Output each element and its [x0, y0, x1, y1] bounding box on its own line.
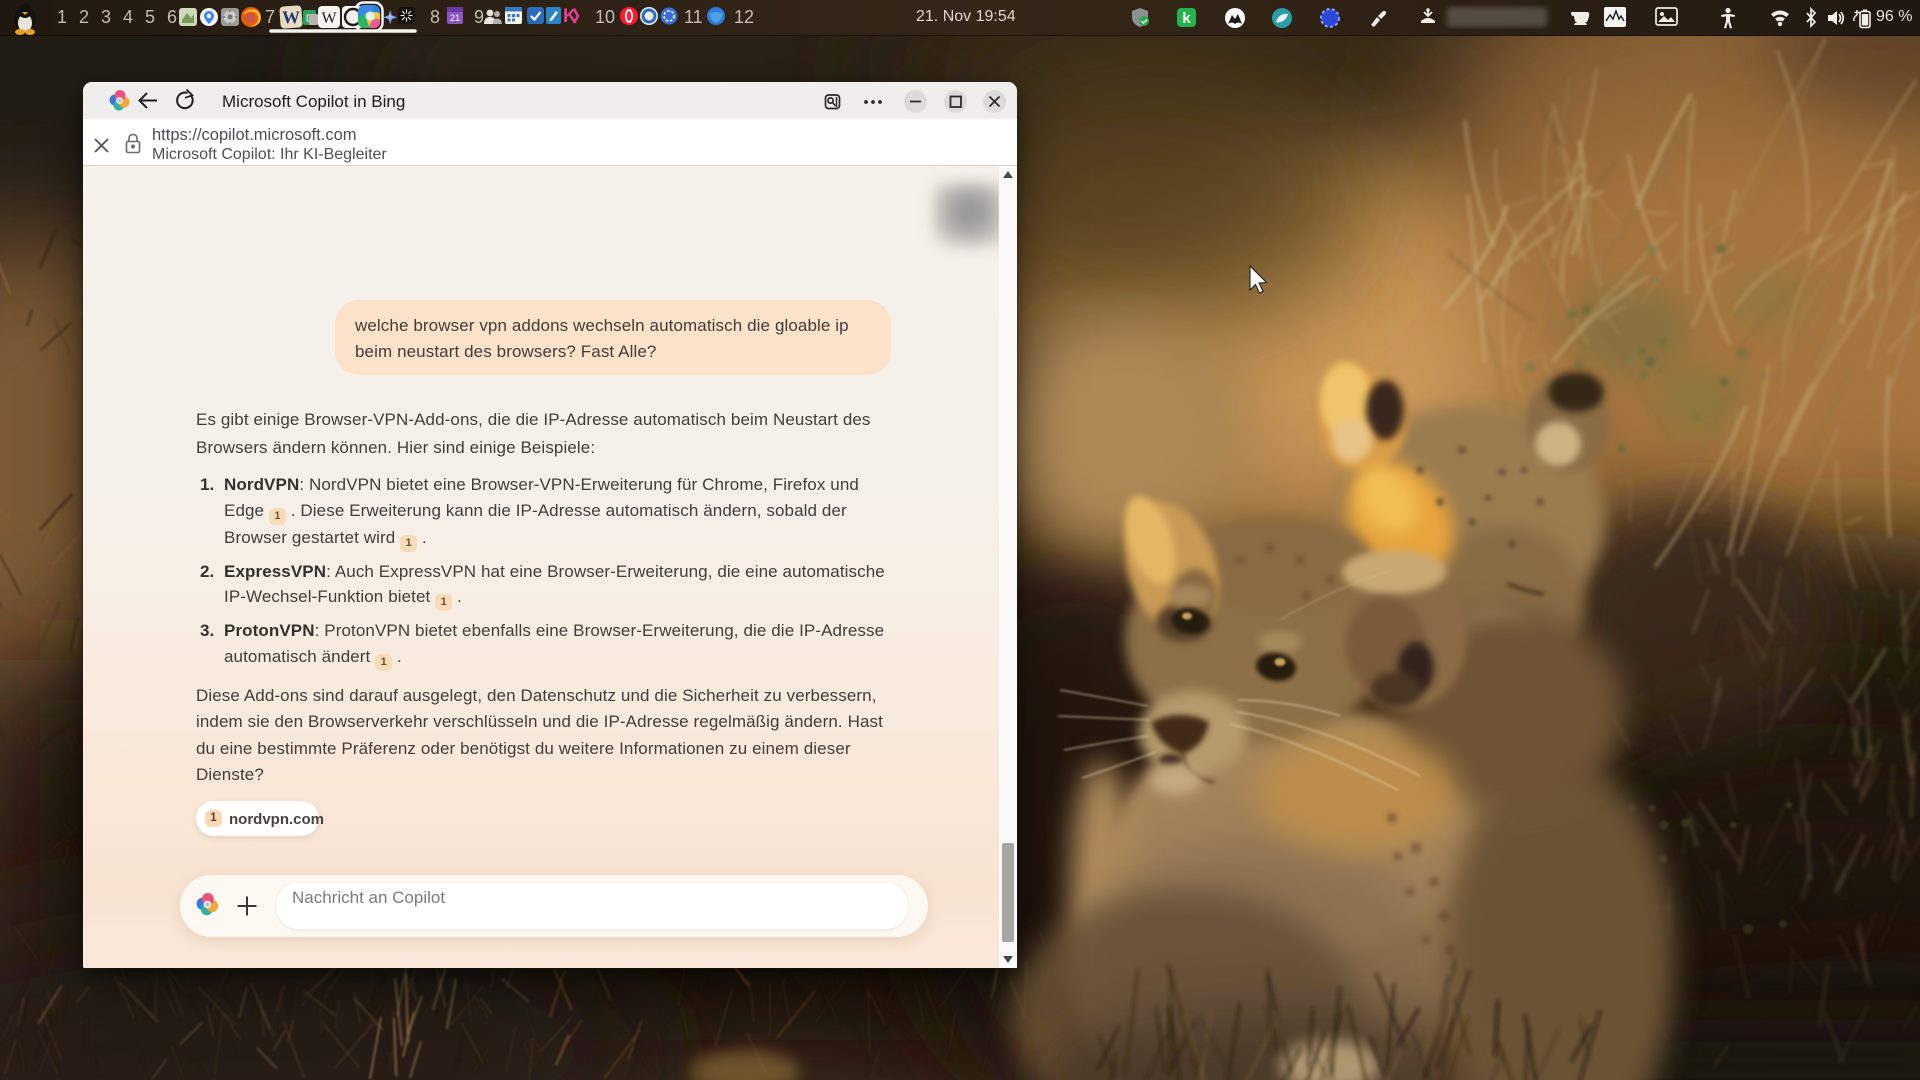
svg-text:W: W	[282, 8, 300, 28]
svg-text:21: 21	[450, 13, 460, 23]
svg-text:W: W	[321, 10, 337, 27]
svg-text:k: k	[1182, 10, 1191, 27]
